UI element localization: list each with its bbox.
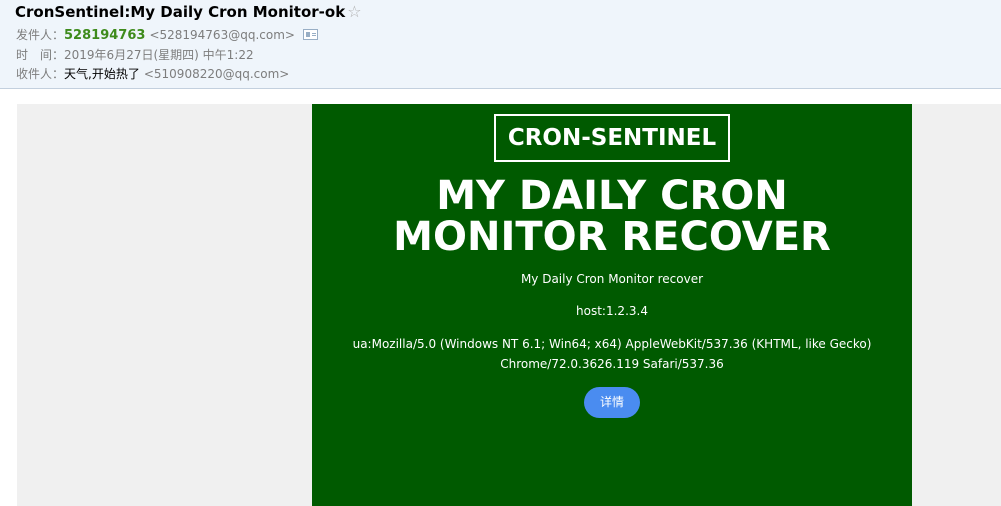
brand-logo: CRON-SENTINEL (494, 114, 730, 162)
star-icon[interactable]: ☆ (347, 2, 361, 21)
time-label: 时 间： (16, 48, 65, 62)
recipient-address: <510908220@qq.com> (143, 67, 290, 81)
user-agent-info: ua:Mozilla/5.0 (Windows NT 6.1; Win64; x… (352, 337, 872, 371)
mail-subject: CronSentinel:My Daily Cron Monitor-ok ☆ (15, 2, 362, 22)
details-button[interactable]: 详情 (584, 387, 640, 418)
description: My Daily Cron Monitor recover (520, 272, 704, 286)
to-label: 收件人： (16, 67, 65, 81)
time-row: 时 间：2019年6月27日(星期四) 中午1:22 (16, 47, 254, 63)
notification-panel: CRON-SENTINEL MY DAILY CRON MONITOR RECO… (312, 104, 912, 506)
sender-name[interactable]: 528194763 (64, 28, 145, 43)
headline: MY DAILY CRON MONITOR RECOVER (312, 176, 912, 258)
mail-header: CronSentinel:My Daily Cron Monitor-ok ☆ 发… (0, 0, 1001, 89)
from-row: 发件人：528194763 <528194763@qq.com> (16, 27, 318, 44)
mail-body: CRON-SENTINEL MY DAILY CRON MONITOR RECO… (17, 104, 1001, 506)
headline-line-2: MONITOR RECOVER (393, 214, 831, 260)
contact-card-icon[interactable] (302, 29, 318, 40)
headline-line-1: MY DAILY CRON (436, 173, 788, 219)
to-row: 收件人：天气,开始热了 <510908220@qq.com> (16, 66, 289, 82)
time-value: 2019年6月27日(星期四) 中午1:22 (64, 48, 254, 62)
recipient-name[interactable]: 天气,开始热了 (64, 67, 140, 81)
host-info: host:1.2.3.4 (576, 304, 648, 318)
sender-address: <528194763@qq.com> (149, 28, 295, 42)
from-label: 发件人： (16, 28, 65, 42)
subject-text: CronSentinel:My Daily Cron Monitor-ok (15, 3, 346, 21)
